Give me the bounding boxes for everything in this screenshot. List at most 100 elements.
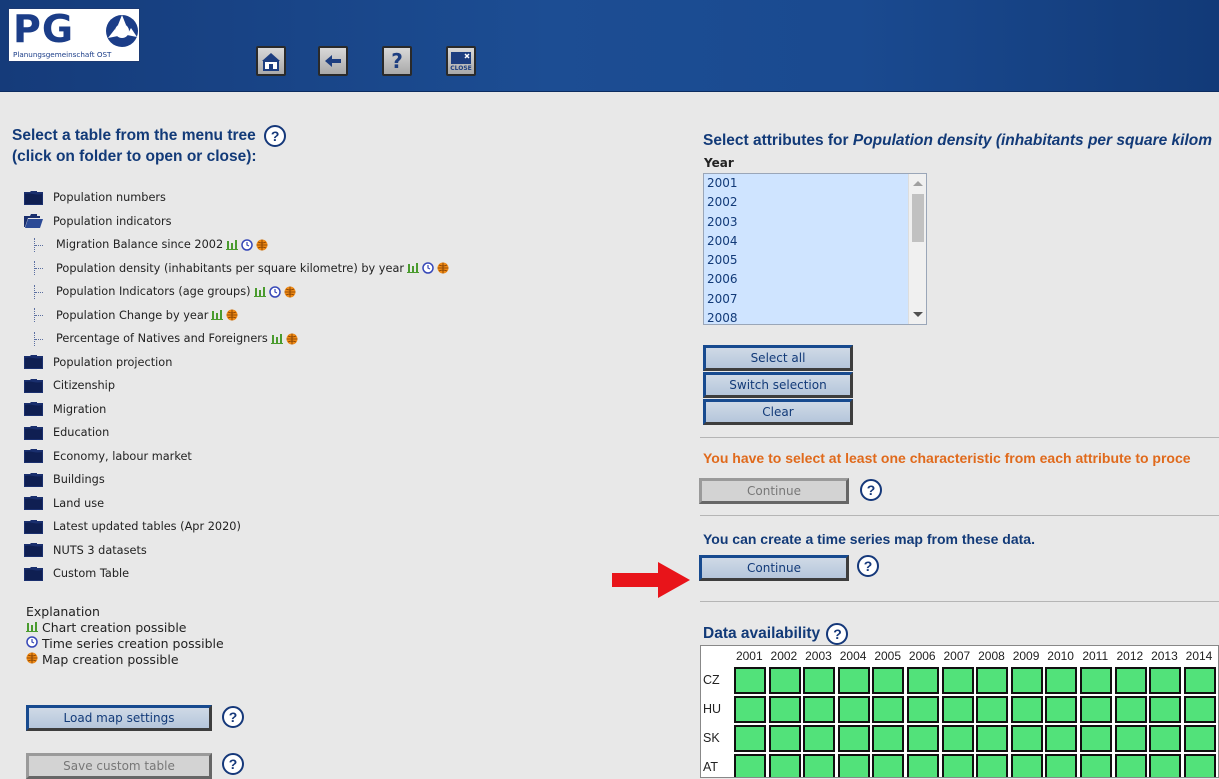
tree-folder[interactable]: Education [24,421,449,445]
select-all-button[interactable]: Select all [703,345,853,371]
availability-row-label: HU [703,702,722,716]
availability-cell [907,667,939,694]
tree-folder[interactable]: Economy, labour market [24,445,449,469]
divider [700,515,1219,516]
year-option[interactable]: 2004 [704,231,908,252]
globe-icon[interactable] [286,333,298,345]
close-button[interactable]: CLOSE [446,46,476,76]
globe-icon[interactable] [256,239,268,251]
chart-icon[interactable] [211,310,224,321]
availability-cell [768,667,801,694]
menu-tree-heading: Select a table from the menu tree ? (cli… [12,125,287,166]
year-listbox-scrollbar[interactable] [908,174,926,324]
tree-item-label: Land use [53,496,105,510]
folder-closed-icon [24,190,43,205]
pg-logo[interactable]: PG Planungsgemeinschaft OST [8,7,140,62]
back-button[interactable] [318,46,348,76]
continue-disabled-button[interactable]: Continue [699,478,849,504]
tree-folder[interactable]: Migration [24,398,449,422]
globe-icon[interactable] [284,286,296,298]
globe-icon[interactable] [226,309,238,321]
clear-button[interactable]: Clear [703,399,853,425]
year-option[interactable]: 2005 [704,251,908,271]
availability-cell [941,696,974,723]
availability-cell [1080,725,1112,752]
menu-tree-help-icon[interactable]: ? [264,125,287,147]
tree-folder[interactable]: Population numbers [24,186,449,210]
scroll-down-arrow-icon[interactable] [913,312,923,317]
tree-folder[interactable]: Population projection [24,351,449,375]
availability-year: 2013 [1151,649,1178,663]
year-option[interactable]: 2003 [704,212,908,232]
year-option[interactable]: 2007 [704,289,908,310]
tree-table-item[interactable]: Migration Balance since 2002 [24,233,449,257]
home-button[interactable] [256,46,286,76]
continue-help-icon[interactable]: ? [860,479,882,501]
chart-icon[interactable] [226,239,239,250]
availability-cell [1080,696,1112,723]
divider [700,601,1219,602]
scroll-up-arrow-icon[interactable] [913,181,923,186]
year-listbox[interactable]: 2001 2002 2003 2004 2005 2006 2007 2008 [703,173,927,325]
availability-cell [768,725,801,752]
continue-timeseries-button[interactable]: Continue [699,555,849,581]
tree-table-item[interactable]: Percentage of Natives and Foreigners [24,327,449,351]
globe-icon[interactable] [437,262,449,274]
logo-emblem-icon [106,15,138,47]
logo-subtitle: Planungsgemeinschaft OST [13,50,112,59]
tree-folder[interactable]: Custom Table [24,562,449,586]
year-option[interactable]: 2008 [704,309,908,324]
legend-map: Map creation possible [26,652,224,668]
time-series-message: You can create a time series map from th… [703,531,1035,547]
availability-cell [1010,696,1043,723]
help-button[interactable]: ? [382,46,412,76]
tree-folder[interactable]: Buildings [24,468,449,492]
scroll-thumb[interactable] [912,194,924,242]
tree-table-item[interactable]: Population Change by year [24,304,449,328]
chart-icon[interactable] [270,333,283,344]
tree-folder[interactable]: Latest updated tables (Apr 2020) [24,515,449,539]
red-arrow-icon [612,562,690,598]
chart-icon[interactable] [253,286,266,297]
availability-cell [1010,725,1043,752]
tree-folder[interactable]: Population indicators [24,210,449,234]
year-option[interactable]: 2001 [704,174,908,194]
clock-icon[interactable] [268,286,281,298]
tree-item-label: Migration Balance since 2002 [56,238,224,252]
clock-icon[interactable] [422,262,434,274]
save-custom-help-icon[interactable]: ? [222,753,244,775]
tree-item-label: Economy, labour market [53,449,192,463]
availability-year: 2002 [770,649,798,663]
tree-folder[interactable]: NUTS 3 datasets [24,539,449,563]
availability-year: 2010 [1047,649,1074,663]
tree-item-label: Education [53,426,110,440]
load-map-settings-button[interactable]: Load map settings [26,705,212,731]
tree-table-item[interactable]: Population density (inhabitants per squa… [24,257,449,281]
menu-tree: Population numbers Population indicators M… [24,186,449,586]
availability-cell [976,667,1009,694]
attributes-heading-table: Population density (inhabitants per squa… [852,132,1213,149]
folder-closed-icon [24,543,43,558]
chart-icon[interactable] [407,263,420,274]
load-map-help-icon[interactable]: ? [222,706,244,728]
clock-icon[interactable] [241,239,253,251]
availability-cell [734,696,766,723]
tree-folder[interactable]: Citizenship [24,374,449,398]
data-availability-label: Data availability [703,625,821,643]
save-custom-table-button[interactable]: Save custom table [26,753,212,779]
availability-row: AT [701,753,1218,777]
switch-selection-button[interactable]: Switch selection [703,372,853,398]
availability-cell [907,754,939,777]
timeseries-help-icon[interactable]: ? [857,555,879,577]
availability-cell [768,696,801,723]
year-option[interactable]: 2002 [704,193,908,213]
availability-cell [907,696,939,723]
tree-folder[interactable]: Land use [24,492,449,516]
availability-cell [941,667,974,694]
data-availability-help-icon[interactable]: ? [826,623,849,645]
availability-cell [1149,754,1182,777]
availability-row: SK [701,724,1218,753]
year-option[interactable]: 2006 [704,270,908,290]
availability-cell [1149,725,1182,752]
tree-table-item[interactable]: Population Indicators (age groups) [24,280,449,304]
